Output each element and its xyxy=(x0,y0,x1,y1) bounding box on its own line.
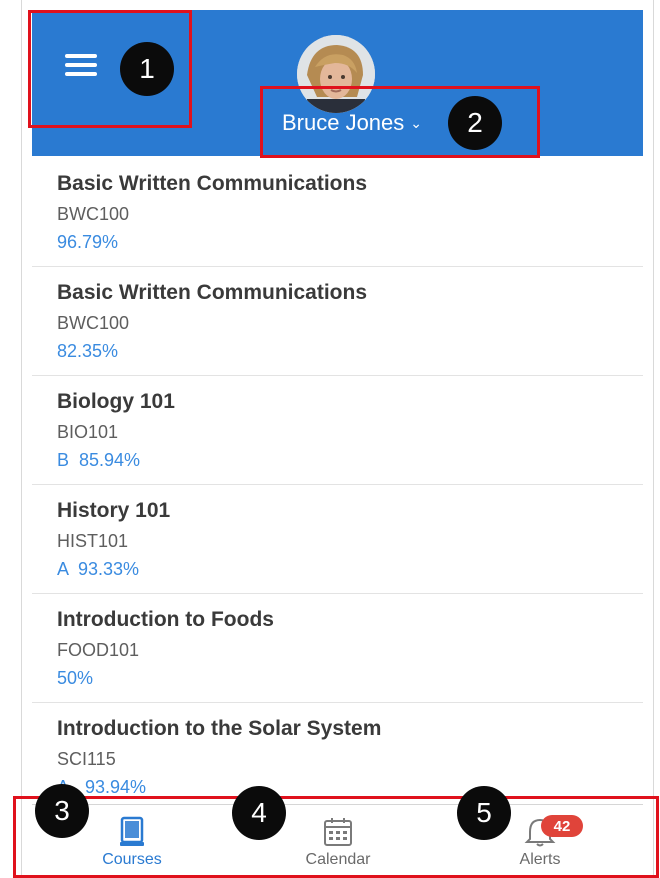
course-name: Introduction to Foods xyxy=(57,608,274,631)
course-name: Introduction to the Solar System xyxy=(57,717,382,740)
course-name: Basic Written Communications xyxy=(57,281,367,304)
highlight-box-tabbar xyxy=(13,796,659,878)
course-list: Basic Written Communications BWC100 96.7… xyxy=(32,158,643,812)
callout-3: 3 xyxy=(35,784,89,838)
course-grade: B 85.94% xyxy=(57,450,141,470)
callout-4: 4 xyxy=(232,786,286,840)
callout-5: 5 xyxy=(457,786,511,840)
course-code: HIST101 xyxy=(57,531,129,551)
course-grade: 82.35% xyxy=(57,341,119,361)
course-name: Basic Written Communications xyxy=(57,172,367,195)
course-card[interactable]: Basic Written Communications BWC100 82.3… xyxy=(32,267,643,376)
callout-2: 2 xyxy=(448,96,502,150)
course-grade: A 93.33% xyxy=(57,559,140,579)
course-grade: 50% xyxy=(57,668,94,688)
course-name: Biology 101 xyxy=(57,390,175,413)
course-code: BWC100 xyxy=(57,313,130,333)
frame-border-left xyxy=(21,0,22,878)
callout-1: 1 xyxy=(120,42,174,96)
course-card[interactable]: Basic Written Communications BWC100 96.7… xyxy=(32,158,643,267)
course-code: BIO101 xyxy=(57,422,119,442)
course-code: SCI115 xyxy=(57,749,116,769)
course-code: FOOD101 xyxy=(57,640,140,660)
course-grade: 96.79% xyxy=(57,232,119,252)
course-code: BWC100 xyxy=(57,204,130,224)
course-card[interactable]: Biology 101 BIO101 B 85.94% xyxy=(32,376,643,485)
frame-border-right xyxy=(653,0,654,878)
course-card[interactable]: History 101 HIST101 A 93.33% xyxy=(32,485,643,594)
course-card[interactable]: Introduction to Foods FOOD101 50% xyxy=(32,594,643,703)
course-name: History 101 xyxy=(57,499,171,522)
